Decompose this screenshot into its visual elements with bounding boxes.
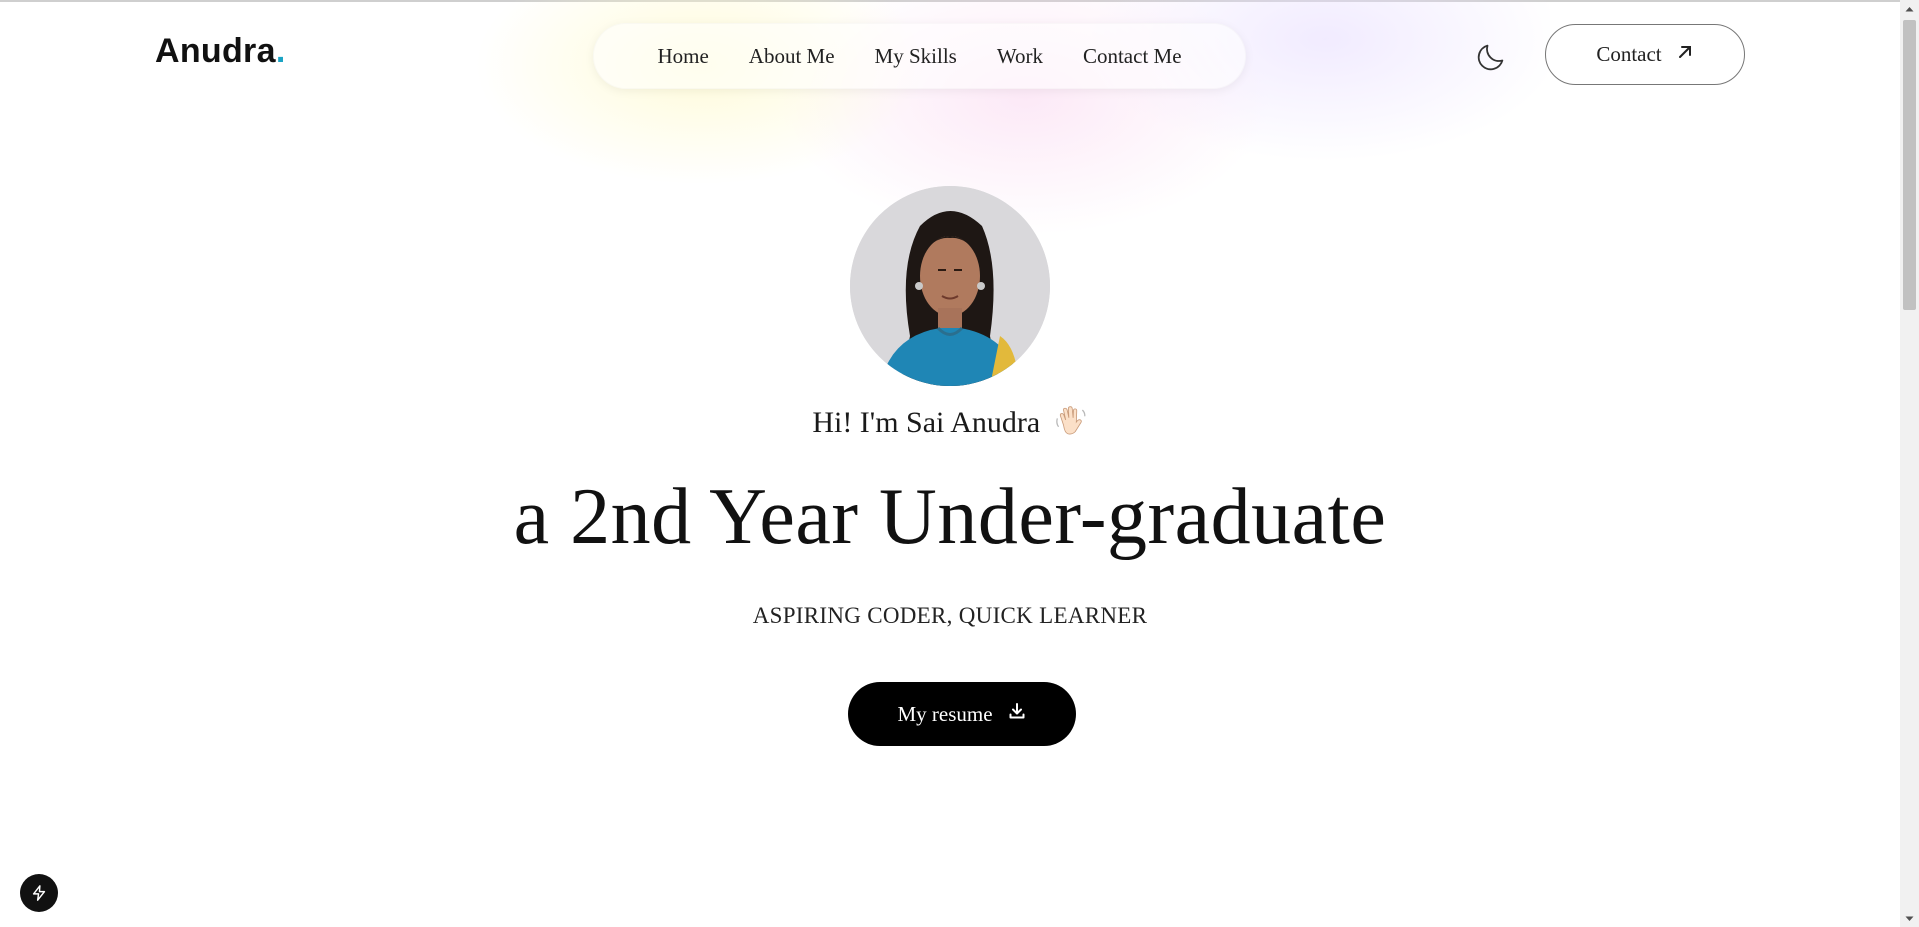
hero-tagline: ASPIRING CODER, QUICK LEARNER [752,603,1148,628]
contact-button[interactable]: Contact [1545,24,1745,85]
moon-icon[interactable] [1474,40,1508,74]
download-icon [1007,701,1027,727]
main-nav: Home About Me My Skills Work Contact Me [593,23,1246,89]
vertical-scrollbar[interactable] [1900,0,1919,927]
greeting-text: Hi! I'm Sai Anudra [812,406,1041,439]
nav-item-work[interactable]: Work [997,44,1043,69]
brand-name: Anudra [155,32,276,70]
scrollbar-thumb[interactable] [1903,20,1916,310]
hero-greeting: Hi! I'm Sai Anudra [0,404,1900,446]
nav-item-contact-me[interactable]: Contact Me [1083,44,1182,69]
page: Anudra. Home About Me My Skills Work Con… [0,0,1900,927]
top-border [0,0,1900,2]
resume-download-button[interactable]: My resume [848,682,1076,746]
resume-button-label: My resume [897,701,993,726]
nav-item-about-me[interactable]: About Me [749,44,835,69]
waving-hand-icon [1054,404,1088,446]
scroll-up-arrow-icon[interactable] [1900,0,1919,17]
brand-dot: . [275,32,286,70]
lightning-icon[interactable] [20,874,58,912]
contact-button-label: Contact [1596,42,1662,66]
arrow-up-right-icon [1676,42,1694,67]
scroll-down-arrow-icon[interactable] [1900,910,1919,927]
nav-item-my-skills[interactable]: My Skills [875,44,957,69]
brand-logo[interactable]: Anudra. [155,32,286,71]
hero-headline: a 2nd Year Under-graduate [513,473,1387,561]
nav-item-home[interactable]: Home [657,44,708,69]
profile-photo [850,186,1050,386]
